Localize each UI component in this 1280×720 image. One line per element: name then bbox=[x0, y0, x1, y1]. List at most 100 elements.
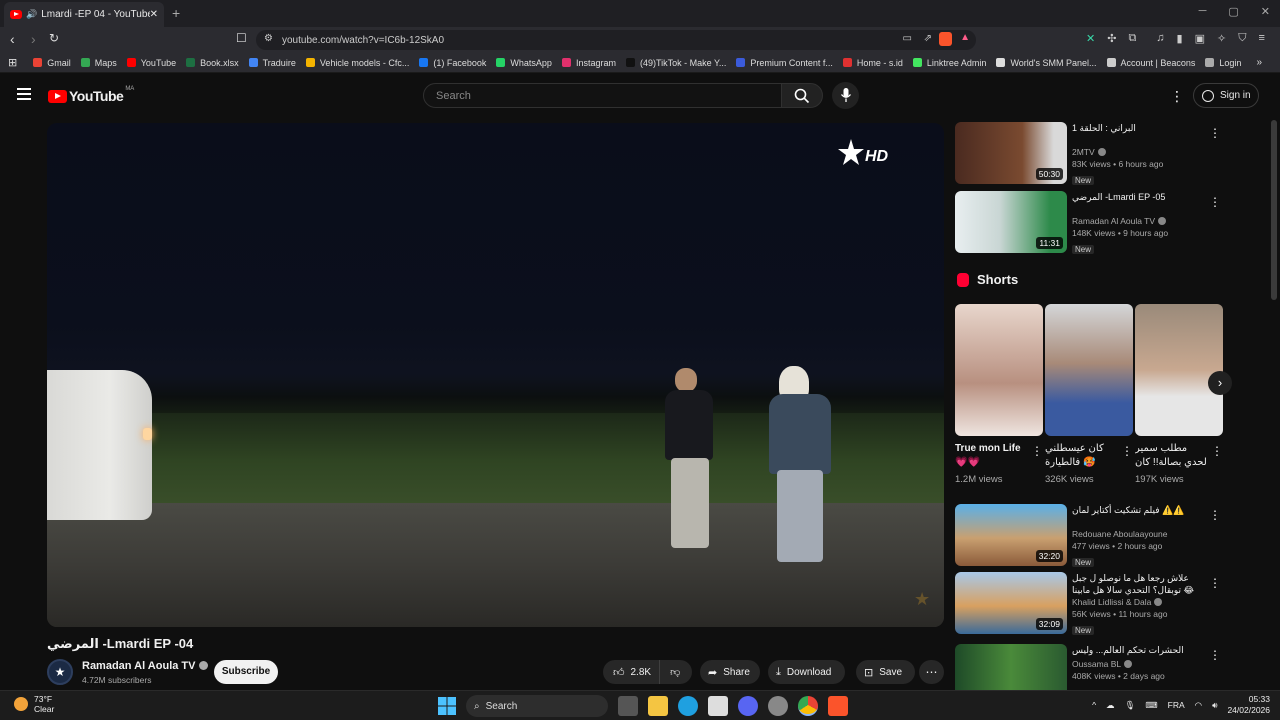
wifi-icon[interactable]: ◠ bbox=[1195, 700, 1202, 711]
mic-tray-icon[interactable]: 🎙︎ bbox=[1125, 700, 1136, 711]
bookmark-home-sid[interactable]: Home - s.id bbox=[842, 58, 903, 68]
back-icon[interactable]: ‹ bbox=[10, 31, 15, 47]
settings-icon[interactable] bbox=[768, 696, 788, 716]
search-button[interactable] bbox=[781, 83, 823, 108]
bookmark-vehicle-models[interactable]: Vehicle models - Cfc... bbox=[305, 58, 409, 68]
leo-icon[interactable]: ✧ bbox=[1217, 32, 1226, 45]
bookmark-facebook[interactable]: (1) Facebook bbox=[419, 58, 486, 68]
voice-search-button[interactable] bbox=[832, 82, 859, 109]
bookmark-gmail[interactable]: Gmail bbox=[33, 58, 71, 68]
channel-name[interactable]: Ramadan Al Aoula TV bbox=[82, 660, 209, 672]
short-thumbnail[interactable] bbox=[1135, 304, 1223, 436]
recommendation-item[interactable]: الحشرات تحكم العالم... وليس البشر ! Ouss… bbox=[955, 644, 1225, 690]
recommendation-channel[interactable]: 2MTV bbox=[1072, 146, 1200, 158]
recommendation-item[interactable]: 50:30 البراني : الحلقة 1 2MTV 83K views … bbox=[955, 122, 1225, 185]
recommendation-thumbnail[interactable]: 32:20 bbox=[955, 504, 1067, 566]
bookmark-icon[interactable]: ☐ bbox=[236, 31, 247, 45]
file-explorer-icon[interactable] bbox=[648, 696, 668, 716]
recommendation-item[interactable]: 11:31 المرضي -Lmardi EP -05 Ramadan Al A… bbox=[955, 191, 1225, 254]
clock[interactable]: 05:33 24/02/2026 bbox=[1227, 694, 1270, 716]
new-tab-button[interactable]: + bbox=[172, 5, 180, 21]
like-button[interactable]: 👍︎ 2.8K bbox=[603, 660, 661, 684]
windows-start-icon[interactable] bbox=[438, 697, 456, 715]
save-button[interactable]: ⊡ Save bbox=[856, 660, 915, 684]
recommendation-item[interactable]: 32:09 علاش رجعا هل ما نوصلو ل جبل توبقال… bbox=[955, 572, 1225, 635]
share-button[interactable]: ➦ Share bbox=[700, 660, 760, 684]
vpn-icon[interactable]: ⛉ bbox=[1238, 32, 1246, 45]
more-vert-icon[interactable]: ⋮ bbox=[1209, 195, 1221, 209]
bookmark-maps[interactable]: Maps bbox=[80, 58, 117, 68]
chrome-icon[interactable] bbox=[798, 696, 818, 716]
volume-icon[interactable]: 🔊︎ bbox=[1212, 700, 1217, 711]
store-icon[interactable] bbox=[708, 696, 728, 716]
channel-avatar[interactable]: ★ bbox=[47, 659, 73, 685]
bookmark-traduire[interactable]: Traduire bbox=[248, 58, 296, 68]
audio-icon[interactable]: 🔊 bbox=[26, 9, 37, 20]
video-player[interactable]: HD ★ bbox=[47, 123, 944, 627]
short-title[interactable]: كان عيسطلني فالطيارة 🥵 bbox=[1045, 442, 1117, 470]
screenshot-icon[interactable]: ⧉ bbox=[1128, 32, 1136, 45]
recommendation-item[interactable]: 32:20 فيلم تشكيت أكتاير لمان ⚠️⚠️ Redoua… bbox=[955, 504, 1225, 567]
browser-tab[interactable]: 🔊 Lmardi -EP 04 - YouTube- المرضي ✕ bbox=[4, 2, 164, 27]
bookmark-premium-content[interactable]: Premium Content f... bbox=[736, 58, 833, 68]
short-thumbnail[interactable] bbox=[1045, 304, 1133, 436]
close-window-icon[interactable]: ✕ bbox=[1261, 5, 1270, 18]
bookmark-login[interactable]: Login bbox=[1205, 58, 1241, 68]
short-thumbnail[interactable] bbox=[955, 304, 1043, 436]
bookmark-book[interactable]: Book.xlsx bbox=[186, 58, 239, 68]
keyboard-icon[interactable]: ⌨ bbox=[1145, 700, 1157, 711]
music-icon[interactable]: ♫ bbox=[1156, 32, 1164, 45]
forward-icon[interactable]: › bbox=[31, 31, 36, 47]
recommendation-title[interactable]: البراني : الحلقة 1 bbox=[1072, 122, 1200, 146]
extension-icon[interactable]: ✕ bbox=[1086, 32, 1095, 45]
recommendation-channel[interactable]: Oussama BL bbox=[1072, 658, 1200, 670]
brave-icon[interactable] bbox=[828, 696, 848, 716]
page-scrollbar[interactable] bbox=[1271, 120, 1277, 300]
sign-in-button[interactable]: Sign in bbox=[1193, 83, 1259, 108]
task-view-icon[interactable] bbox=[618, 696, 638, 716]
bookmark-instagram[interactable]: Instagram bbox=[561, 58, 616, 68]
maximize-icon[interactable]: ▢ bbox=[1228, 5, 1238, 18]
short-title[interactable]: مطلب سمير لحدي بصالة!! كان عدي bbox=[1135, 442, 1207, 470]
settings-menu-icon[interactable]: ⋮ bbox=[1170, 88, 1184, 105]
short-item[interactable]: مطلب سمير لحدي بصالة!! كان عدي 197K view… bbox=[1135, 304, 1223, 485]
site-info-icon[interactable]: ⚙ bbox=[264, 33, 273, 44]
bookmark-tiktok[interactable]: (49)TikTok - Make Y... bbox=[625, 58, 726, 68]
short-title[interactable]: True mon Life 💗💗 bbox=[955, 442, 1027, 470]
edge-icon[interactable] bbox=[678, 696, 698, 716]
more-vert-icon[interactable]: ⋮ bbox=[1209, 126, 1221, 140]
recommendation-title[interactable]: المرضي -Lmardi EP -05 bbox=[1072, 191, 1200, 215]
brave-rewards-icon[interactable]: ▲ bbox=[960, 32, 970, 43]
more-vert-icon[interactable]: ⋮ bbox=[1211, 444, 1223, 458]
share-page-icon[interactable]: ⇗ bbox=[924, 33, 932, 44]
more-vert-icon[interactable]: ⋮ bbox=[1121, 444, 1133, 458]
recommendation-channel[interactable]: Khalid Lidlissi & Dala bbox=[1072, 596, 1200, 608]
tray-chevron-icon[interactable]: ^ bbox=[1092, 700, 1096, 710]
dislike-button[interactable]: 👎︎ bbox=[660, 666, 680, 678]
recommendation-thumbnail[interactable]: 32:09 bbox=[955, 572, 1067, 634]
bookmark-beacons[interactable]: Account | Beacons bbox=[1106, 58, 1195, 68]
search-input[interactable]: Search bbox=[423, 83, 782, 108]
discord-icon[interactable] bbox=[738, 696, 758, 716]
recommendation-title[interactable]: علاش رجعا هل ما نوصلو ل جبل توبقال؟ التح… bbox=[1072, 572, 1200, 596]
youtube-logo[interactable]: YouTube MA bbox=[48, 86, 134, 104]
bookmark-smm-panel[interactable]: World's SMM Panel... bbox=[996, 58, 1097, 68]
recommendation-thumbnail[interactable]: 11:31 bbox=[955, 191, 1067, 253]
recommendation-channel[interactable]: Ramadan Al Aoula TV bbox=[1072, 215, 1200, 227]
minimize-icon[interactable]: ─ bbox=[1199, 5, 1207, 18]
close-tab-icon[interactable]: ✕ bbox=[150, 9, 158, 20]
cast-icon[interactable]: ▭ bbox=[903, 33, 912, 44]
short-item[interactable]: True mon Life 💗💗 1.2M views ⋮ bbox=[955, 304, 1043, 485]
more-actions-button[interactable]: ⋯ bbox=[919, 660, 944, 684]
recommendation-thumbnail[interactable] bbox=[955, 644, 1067, 690]
shorts-next-button[interactable]: › bbox=[1208, 371, 1232, 395]
recommendation-thumbnail[interactable]: 50:30 bbox=[955, 122, 1067, 184]
brave-shields-icon[interactable] bbox=[939, 32, 952, 46]
more-vert-icon[interactable]: ⋮ bbox=[1209, 648, 1221, 662]
more-vert-icon[interactable]: ⋮ bbox=[1209, 576, 1221, 590]
more-vert-icon[interactable]: ⋮ bbox=[1209, 508, 1221, 522]
weather-widget[interactable]: 73°F Clear bbox=[14, 694, 54, 714]
bookmark-whatsapp[interactable]: WhatsApp bbox=[496, 58, 552, 68]
apps-grid-icon[interactable]: ⊞ bbox=[8, 56, 17, 69]
recommendation-channel[interactable]: Redouane Aboulaayoune bbox=[1072, 528, 1200, 540]
